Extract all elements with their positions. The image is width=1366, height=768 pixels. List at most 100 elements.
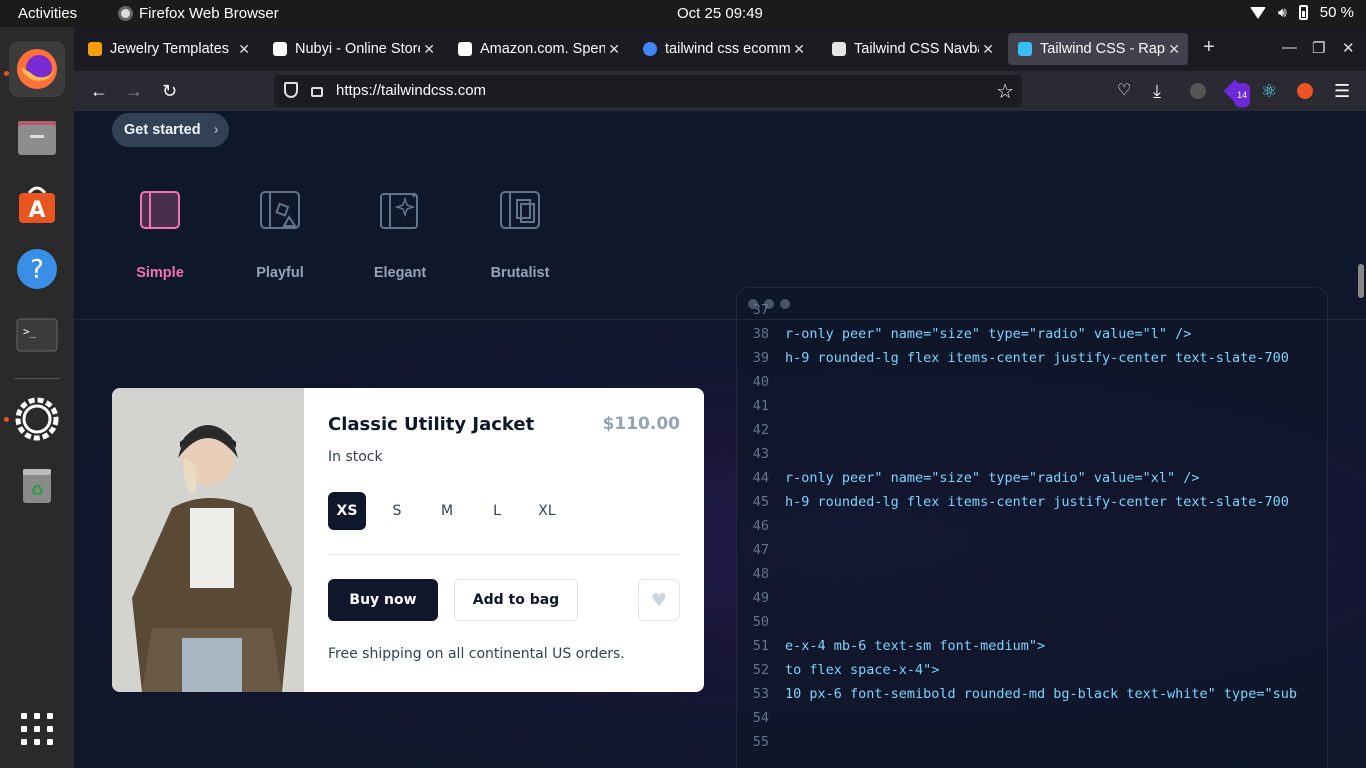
heart-icon: ♥ xyxy=(650,589,668,611)
firefox-icon xyxy=(17,49,57,89)
theme-simple[interactable]: Simple xyxy=(115,191,205,281)
clock[interactable]: Oct 25 09:49 xyxy=(677,5,763,22)
tab-google[interactable]: tailwind css ecomm ✕ xyxy=(633,33,813,65)
size-option-xl[interactable]: XL xyxy=(528,492,566,530)
files-icon xyxy=(18,121,56,155)
divider xyxy=(328,554,680,555)
favorite-button[interactable]: ♥ xyxy=(638,579,680,621)
elegant-theme-icon xyxy=(380,192,418,229)
tracking-shield-icon[interactable] xyxy=(284,82,298,98)
svg-text:♻: ♻ xyxy=(30,481,44,500)
react-devtools-icon[interactable]: ⚛ xyxy=(1261,80,1277,102)
code-line: 47 xyxy=(737,538,1327,562)
line-number: 51 xyxy=(752,638,769,654)
svg-text:A: A xyxy=(28,198,45,223)
shipping-note: Free shipping on all continental US orde… xyxy=(328,646,625,662)
buy-now-button[interactable]: Buy now xyxy=(328,579,438,621)
lock-icon[interactable] xyxy=(311,87,323,97)
tab-tailwind-active[interactable]: Tailwind CSS - Rapid ✕ xyxy=(1008,33,1188,65)
code-text: h-9 rounded-lg flex items-center justify… xyxy=(785,350,1289,366)
line-number: 41 xyxy=(752,398,769,414)
line-number: 49 xyxy=(752,590,769,606)
dock-firefox[interactable] xyxy=(9,41,65,97)
minimize-icon[interactable]: — xyxy=(1282,39,1297,56)
close-tab-icon[interactable]: ✕ xyxy=(793,41,805,58)
close-tab-icon[interactable]: ✕ xyxy=(982,41,994,58)
close-tab-icon[interactable]: ✕ xyxy=(423,41,435,58)
dock-ubuntu-software[interactable]: A xyxy=(9,175,65,231)
wifi-icon xyxy=(1249,6,1266,19)
code-line: 43 xyxy=(737,442,1327,466)
code-line: 45 h-9 rounded-lg flex items-center just… xyxy=(737,490,1327,514)
bookmark-star-icon[interactable]: ☆ xyxy=(996,79,1014,104)
favicon-icon xyxy=(832,42,846,56)
terminal-icon: >_ xyxy=(16,318,58,352)
show-apps-grid-icon[interactable] xyxy=(21,713,53,745)
close-window-icon[interactable]: ✕ xyxy=(1342,39,1355,57)
hamburger-menu-icon[interactable]: ☰ xyxy=(1334,80,1350,102)
close-tab-icon[interactable]: ✕ xyxy=(238,41,250,58)
size-option-xs[interactable]: XS xyxy=(328,492,366,530)
get-started-button[interactable]: Get started › xyxy=(112,113,229,147)
theme-playful[interactable]: Playful xyxy=(235,191,325,281)
scrollbar-thumb[interactable] xyxy=(1358,264,1364,298)
tab-title: tailwind css ecomm xyxy=(665,41,790,57)
activities-button[interactable]: Activities xyxy=(18,5,77,22)
theme-brutalist[interactable]: Brutalist xyxy=(475,191,565,281)
firefox-icon xyxy=(118,6,133,21)
reload-icon[interactable]: ↻ xyxy=(162,80,177,102)
tab-jewelry[interactable]: Jewelry Templates ✕ xyxy=(78,33,258,65)
theme-elegant[interactable]: Elegant xyxy=(355,191,445,281)
settings-gear-icon xyxy=(15,397,59,441)
size-option-m[interactable]: M xyxy=(428,492,466,530)
amazon-favicon-icon xyxy=(458,42,472,56)
tab-title: Amazon.com. Spend xyxy=(480,41,605,57)
trash-icon: ♻ xyxy=(23,469,51,503)
svg-text:?: ? xyxy=(30,255,44,285)
code-line: 44 r-only peer" name="size" type="radio" … xyxy=(737,466,1327,490)
dock-separator xyxy=(14,378,60,379)
theme-label: Playful xyxy=(256,265,304,281)
restore-icon[interactable]: ❐ xyxy=(1312,39,1325,57)
close-tab-icon[interactable]: ✕ xyxy=(1168,41,1180,58)
product-image xyxy=(112,388,304,692)
back-arrow-icon[interactable]: ← xyxy=(90,80,108,102)
extension-icon[interactable]: 14 xyxy=(1223,79,1251,108)
line-number: 37 xyxy=(752,302,769,318)
dock-help[interactable]: ? xyxy=(9,241,65,297)
line-number: 53 xyxy=(752,686,769,702)
dock-files[interactable] xyxy=(9,109,65,165)
code-line: 39 h-9 rounded-lg flex items-center just… xyxy=(737,346,1327,370)
url-bar[interactable]: https://tailwindcss.com ☆ xyxy=(274,75,1022,107)
forward-arrow-icon[interactable]: → xyxy=(125,80,143,102)
code-line: 50 xyxy=(737,610,1327,634)
size-option-s[interactable]: S xyxy=(378,492,416,530)
close-tab-icon[interactable]: ✕ xyxy=(608,41,620,58)
extension-icon[interactable] xyxy=(1297,83,1313,99)
app-menu[interactable]: Firefox Web Browser xyxy=(118,5,279,22)
software-store-icon: A xyxy=(19,186,55,223)
tab-amazon[interactable]: Amazon.com. Spend ✕ xyxy=(448,33,628,65)
stock-status: In stock xyxy=(328,449,383,465)
dock-terminal[interactable]: >_ xyxy=(9,307,65,363)
download-icon[interactable]: ⤓ xyxy=(1153,80,1161,102)
size-option-l[interactable]: L xyxy=(478,492,516,530)
pocket-icon[interactable]: ♡ xyxy=(1117,80,1131,102)
tab-nubyi[interactable]: Nubyi - Online Store ✕ xyxy=(263,33,443,65)
url-text[interactable]: https://tailwindcss.com xyxy=(336,82,486,99)
tab-title: Nubyi - Online Store xyxy=(295,41,420,57)
system-menu[interactable]: 🔊︎ 50 % xyxy=(1249,4,1354,21)
add-to-bag-button[interactable]: Add to bag xyxy=(454,579,578,621)
dock-trash[interactable]: ♻ xyxy=(9,457,65,513)
code-line: 53 10 px-6 font-semibold rounded-md bg-bl… xyxy=(737,682,1327,706)
code-line: 49 xyxy=(737,586,1327,610)
new-tab-plus-icon[interactable]: + xyxy=(1203,36,1215,59)
extension-icon[interactable] xyxy=(1190,83,1206,99)
code-line: 37 xyxy=(737,298,1327,322)
line-number: 50 xyxy=(752,614,769,630)
code-line: 55 xyxy=(737,730,1327,754)
tab-bar: Jewelry Templates ✕ Nubyi - Online Store… xyxy=(74,27,1366,71)
code-line: 51 e-x-4 mb-6 text-sm font-medium"> xyxy=(737,634,1327,658)
dock-settings[interactable] xyxy=(9,391,65,447)
tab-navbar[interactable]: Tailwind CSS Navba ✕ xyxy=(822,33,1002,65)
